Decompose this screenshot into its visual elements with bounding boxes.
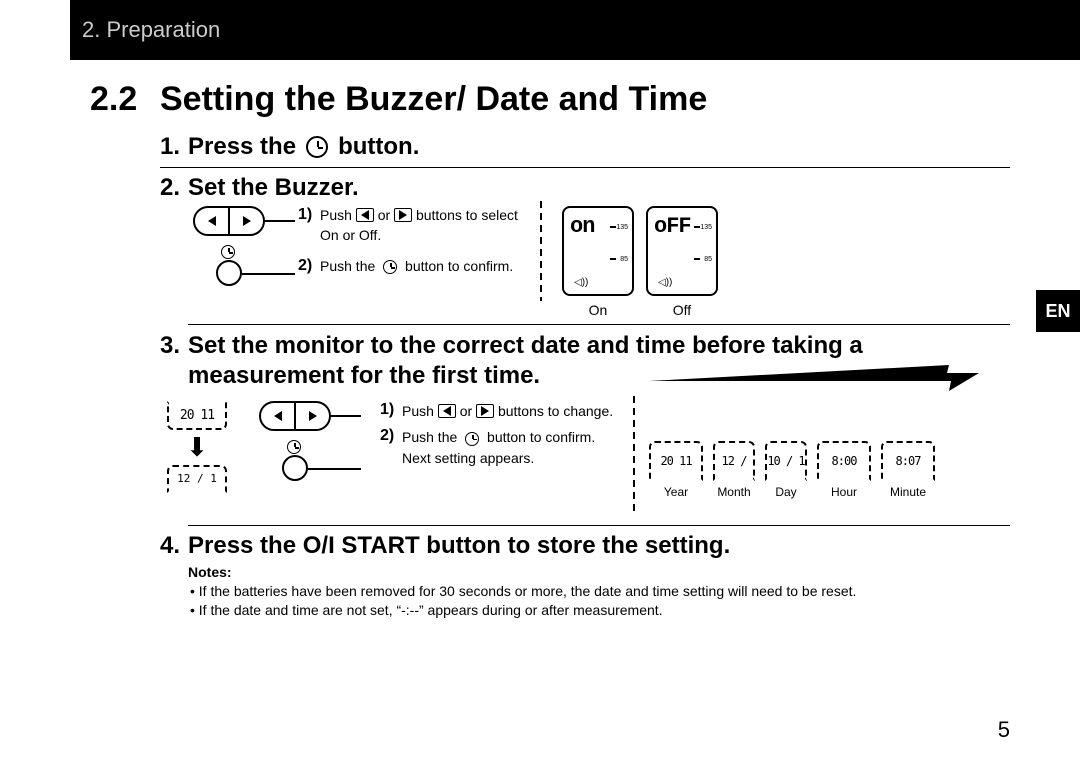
substep-2-text: Push the button to confirm. xyxy=(320,257,513,277)
lead-line xyxy=(242,273,295,275)
clock-button-outline xyxy=(282,455,308,481)
step-2-detail: 1) Push or buttons to select On or Off. … xyxy=(188,206,1010,318)
timeline-minute-label: Minute xyxy=(890,485,926,499)
display-on-label: On xyxy=(589,302,608,318)
divider xyxy=(188,324,1010,325)
timeline-day-box: 10 / 1 xyxy=(765,441,807,481)
timeline-hour-label: Hour xyxy=(831,485,857,499)
tick-85: 85 xyxy=(704,256,712,263)
display-off-label: Off xyxy=(673,302,691,318)
step-4-number: 4. xyxy=(160,532,188,560)
sound-icon: ◁)) xyxy=(658,277,672,288)
substep-2-text: Push the button to confirm. Next setting… xyxy=(402,427,627,468)
sound-icon: ◁)) xyxy=(574,277,588,288)
year-before: 20 11 xyxy=(167,401,227,430)
clock-icon xyxy=(287,440,301,454)
lead-line xyxy=(265,220,295,222)
section-number: 2.2 xyxy=(90,80,160,119)
clock-button-outline xyxy=(216,260,242,286)
clock-icon xyxy=(306,136,328,158)
step-2-number: 2. xyxy=(160,174,188,202)
down-arrow-icon: ⬇ xyxy=(186,432,208,463)
substep-1-text: Push or buttons to change. xyxy=(402,401,613,421)
clock-icon xyxy=(465,432,479,446)
divider xyxy=(160,167,1010,168)
breadcrumb: 2. Preparation xyxy=(82,17,220,43)
triangle-right-icon xyxy=(476,404,494,418)
timeline-month-box: 12 / xyxy=(713,441,755,481)
substep-1-number: 1) xyxy=(380,401,402,421)
section-heading: 2.2 Setting the Buzzer/ Date and Time xyxy=(90,80,1010,119)
display-on-value: on xyxy=(570,214,594,239)
timeline-month-label: Month xyxy=(717,485,750,499)
page-number: 5 xyxy=(998,717,1010,743)
step-1-pre: Press the xyxy=(188,133,296,161)
step-2-substeps: 1) Push or buttons to select On or Off. … xyxy=(298,206,530,289)
tick-135: 135 xyxy=(700,224,712,231)
triangle-left-icon xyxy=(208,216,216,226)
substep-2-number: 2) xyxy=(298,257,320,277)
step-1-post: button. xyxy=(338,133,419,161)
step-1: 1. Press the button. xyxy=(160,133,1010,161)
note-2: If the date and time are not set, “-:--”… xyxy=(190,601,1010,620)
display-on: on 135 85 ◁)) On xyxy=(562,206,634,318)
timeline-minute-box: 8:07 xyxy=(881,441,935,481)
tick-85: 85 xyxy=(620,256,628,263)
substep-1-number: 1) xyxy=(298,206,320,245)
step-3-number: 3. xyxy=(160,331,188,361)
arrow-buttons-diagram xyxy=(254,401,364,491)
arrow-buttons-diagram xyxy=(188,206,298,296)
triangle-left-icon xyxy=(274,411,282,421)
left-right-button xyxy=(259,401,331,431)
notes-title: Notes: xyxy=(188,564,1010,580)
tick-135: 135 xyxy=(616,224,628,231)
display-off-value: oFF xyxy=(654,214,691,239)
datetime-timeline: 20 11 Year 12 / Month 10 / 1 Day 8:00 xyxy=(649,441,935,499)
notes-block: Notes: If the batteries have been remove… xyxy=(188,564,1010,620)
chapter-header: 2. Preparation xyxy=(70,0,1080,60)
clock-icon xyxy=(221,245,235,259)
vertical-divider xyxy=(633,396,635,511)
step-3-detail: 20 11 ⬇ 12 / 1 xyxy=(160,401,1010,511)
substep-2-number: 2) xyxy=(380,427,402,468)
timeline-year-label: Year xyxy=(664,485,688,499)
triangle-right-icon xyxy=(309,411,317,421)
timeline-hour-box: 8:00 xyxy=(817,441,871,481)
step-1-number: 1. xyxy=(160,133,188,161)
timeline-day-label: Day xyxy=(775,485,796,499)
triangle-right-icon xyxy=(394,208,412,222)
lead-line xyxy=(331,415,361,417)
divider xyxy=(188,525,1010,526)
step-3-substeps: 1) Push or buttons to change. 2) Push th… xyxy=(380,401,627,474)
year-change-diagram: 20 11 ⬇ 12 / 1 xyxy=(160,401,234,493)
step-2: 2. Set the Buzzer. xyxy=(160,174,1010,202)
lead-line xyxy=(308,468,361,470)
note-1: If the batteries have been removed for 3… xyxy=(190,582,1010,601)
year-after: 12 / 1 xyxy=(167,465,227,494)
timeline-year-box: 20 11 xyxy=(649,441,703,481)
vertical-divider xyxy=(540,201,542,301)
left-right-button xyxy=(193,206,265,236)
step-4-text: Press the O/I START button to store the … xyxy=(188,532,730,560)
triangle-right-icon xyxy=(243,216,251,226)
clock-icon xyxy=(383,260,397,274)
progress-arrow-icon xyxy=(649,363,979,393)
section-title: Setting the Buzzer/ Date and Time xyxy=(160,80,707,119)
display-off: oFF 135 85 ◁)) Off xyxy=(646,206,718,318)
step-4: 4. Press the O/I START button to store t… xyxy=(160,532,1010,560)
substep-1-text: Push or buttons to select On or Off. xyxy=(320,206,530,245)
triangle-left-icon xyxy=(356,208,374,222)
triangle-left-icon xyxy=(438,404,456,418)
step-2-text: Set the Buzzer. xyxy=(188,174,359,202)
